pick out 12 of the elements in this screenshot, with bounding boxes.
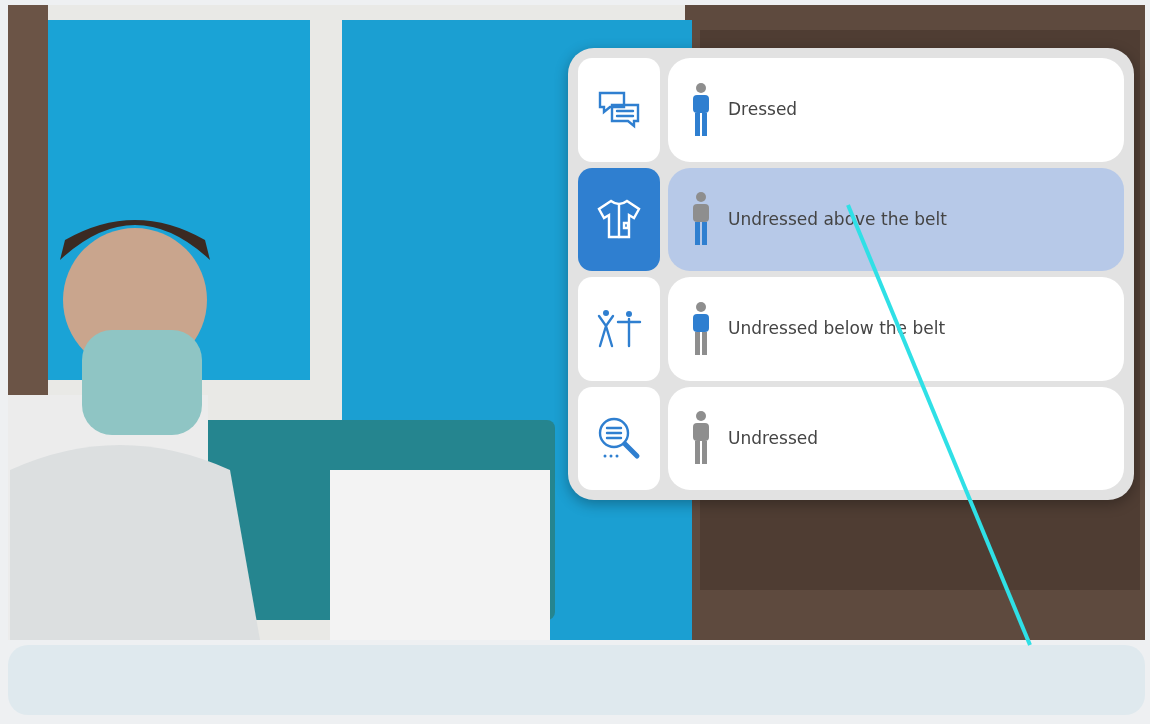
sidebar-tab[interactable] (578, 277, 660, 381)
search-icon (596, 415, 642, 462)
sidebar-tab[interactable] (578, 167, 660, 271)
people-icon (596, 307, 642, 350)
option-button[interactable]: Undressed (668, 386, 1124, 490)
sidebar-tab[interactable] (578, 386, 660, 490)
person-figure-icon (690, 192, 712, 247)
person-figure-icon (690, 411, 712, 466)
sidebar-tab[interactable] (578, 58, 660, 162)
person-figure-icon (690, 82, 712, 137)
person-figure-icon (690, 301, 712, 356)
option-button[interactable]: Dressed (668, 58, 1124, 162)
